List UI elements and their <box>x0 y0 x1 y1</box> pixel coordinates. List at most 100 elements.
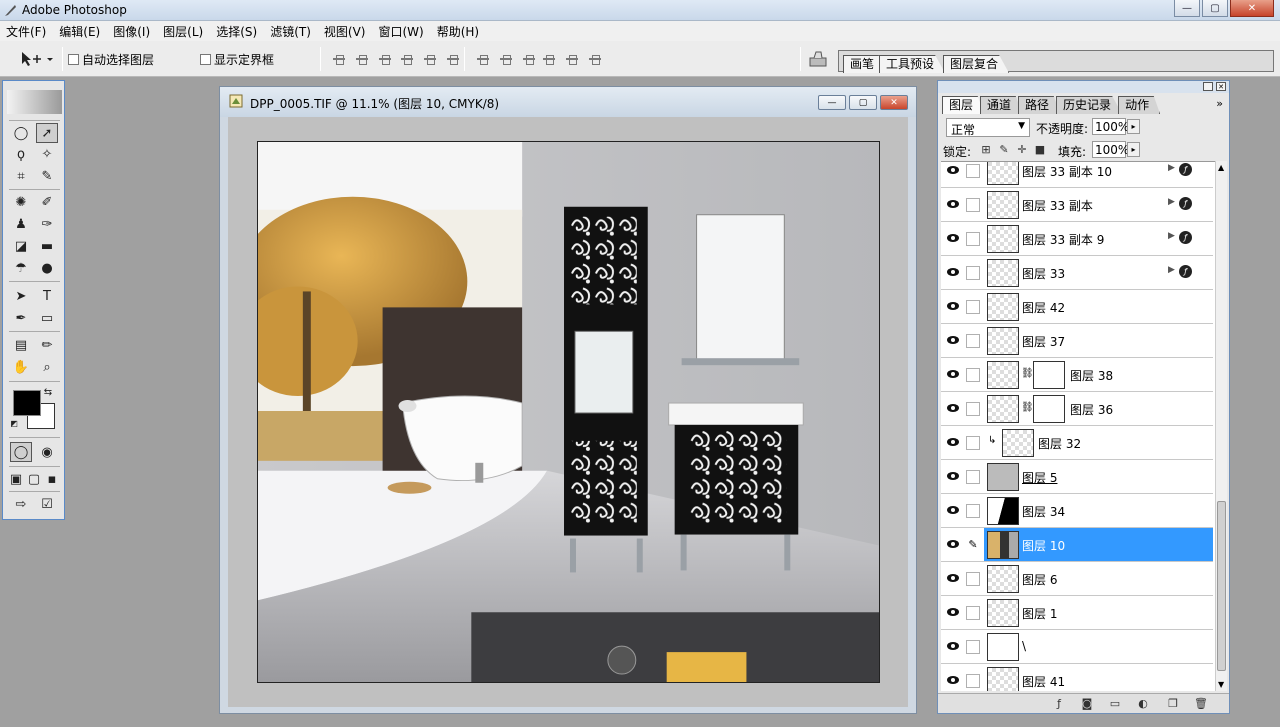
visibility-eye-icon[interactable] <box>947 200 959 208</box>
align-hcenter-icon[interactable] <box>423 53 437 65</box>
layer-link-toggle[interactable] <box>966 674 980 688</box>
well-tab-brushes[interactable]: 画笔 <box>843 55 886 73</box>
layer-row[interactable]: \ <box>941 630 1213 664</box>
layer-name[interactable]: 图层 33 副本 10 <box>1022 163 1112 180</box>
screen-mode-full-menu-icon[interactable]: ▢ <box>26 469 42 489</box>
layer-row[interactable]: 图层 33 ▶ ƒ <box>941 256 1213 290</box>
lock-image-icon[interactable]: ✎ <box>998 144 1010 156</box>
dodge-tool-icon[interactable]: ● <box>36 258 58 278</box>
auto-select-checkbox[interactable] <box>68 54 79 65</box>
layer-style-icon[interactable]: ƒ <box>1052 697 1066 711</box>
palette-menu-icon[interactable]: » <box>1216 97 1223 110</box>
visibility-eye-icon[interactable] <box>947 574 959 582</box>
standard-mode-icon[interactable]: ◯ <box>10 442 32 462</box>
layer-row[interactable]: 图层 33 副本 ▶ ƒ <box>941 188 1213 222</box>
distribute-hcenter-icon[interactable] <box>565 53 579 65</box>
align-vcenter-icon[interactable] <box>355 53 369 65</box>
visibility-eye-icon[interactable] <box>947 608 959 616</box>
layer-name[interactable]: 图层 36 <box>1070 401 1113 418</box>
menu-layer[interactable]: 图层(L) <box>163 23 203 40</box>
layer-mask-thumbnail[interactable] <box>1033 361 1065 389</box>
layer-link-toggle[interactable] <box>966 368 980 382</box>
fill-slider-arrow-icon[interactable]: ▸ <box>1127 142 1140 157</box>
file-browser-icon[interactable] <box>808 50 828 68</box>
visibility-eye-icon[interactable] <box>947 234 959 242</box>
layer-name[interactable]: 图层 10 <box>1022 537 1065 554</box>
layer-row[interactable]: 图层 42 <box>941 290 1213 324</box>
brush-active-layer-icon[interactable]: ✎ <box>966 538 980 552</box>
canvas-area[interactable] <box>228 117 908 707</box>
menu-filter[interactable]: 滤镜(T) <box>270 23 311 40</box>
layer-link-toggle[interactable] <box>966 504 980 518</box>
layer-row[interactable]: ↳ 图层 32 <box>941 426 1213 460</box>
quick-mask-mode-icon[interactable]: ◉ <box>36 442 58 462</box>
menu-window[interactable]: 窗口(W) <box>378 23 423 40</box>
layer-row[interactable]: 图层 6 <box>941 562 1213 596</box>
eyedropper-tool-icon[interactable]: ✏ <box>36 335 58 355</box>
layer-row[interactable]: ✎ 图层 10 <box>941 528 1213 562</box>
menu-select[interactable]: 选择(S) <box>216 23 257 40</box>
visibility-eye-icon[interactable] <box>947 642 959 650</box>
distribute-left-icon[interactable] <box>542 53 556 65</box>
layer-link-toggle[interactable] <box>966 232 980 246</box>
align-left-icon[interactable] <box>400 53 414 65</box>
notes-tool-icon[interactable]: ▤ <box>10 335 32 355</box>
visibility-eye-icon[interactable] <box>947 370 959 378</box>
expand-effects-icon[interactable]: ▶ <box>1168 231 1175 241</box>
layer-link-toggle[interactable] <box>966 606 980 620</box>
well-tab-layer-comps[interactable]: 图层复合 <box>943 55 1010 73</box>
healing-brush-tool-icon[interactable]: ✺ <box>10 192 32 212</box>
delete-layer-icon[interactable]: 🗑 <box>1194 697 1208 711</box>
layer-name[interactable]: 图层 33 <box>1022 265 1065 282</box>
screen-mode-standard-icon[interactable]: ▣ <box>8 469 24 489</box>
layer-link-toggle[interactable] <box>966 470 980 484</box>
layer-name[interactable]: 图层 1 <box>1022 605 1057 622</box>
history-brush-tool-icon[interactable]: ✑ <box>36 214 58 234</box>
layer-link-toggle[interactable] <box>966 572 980 586</box>
marquee-tool-icon[interactable]: ◯ <box>10 123 32 143</box>
palette-minimize-icon[interactable] <box>1203 82 1213 91</box>
menu-file[interactable]: 文件(F) <box>6 23 46 40</box>
canvas-image[interactable] <box>257 141 880 683</box>
layer-row[interactable]: 图层 34 <box>941 494 1213 528</box>
gradient-tool-icon[interactable]: ▬ <box>36 236 58 256</box>
adjustment-layer-icon[interactable]: ◐ <box>1136 697 1150 711</box>
layer-name[interactable]: 图层 33 副本 <box>1022 197 1093 214</box>
layer-effects-icon[interactable]: ƒ <box>1179 231 1192 244</box>
visibility-eye-icon[interactable] <box>947 404 959 412</box>
pen-tool-icon[interactable]: ✒ <box>10 308 32 328</box>
layer-list-scrollbar[interactable]: ▲ ▼ <box>1215 161 1227 691</box>
layer-row[interactable]: ⛓ 图层 38 <box>941 358 1213 392</box>
visibility-eye-icon[interactable] <box>947 506 959 514</box>
palette-title-bar[interactable]: ✕ <box>938 81 1229 93</box>
palette-close-icon[interactable]: ✕ <box>1216 82 1226 91</box>
tab-paths[interactable]: 路径 <box>1018 96 1061 114</box>
tab-channels[interactable]: 通道 <box>980 96 1023 114</box>
tab-layers[interactable]: 图层 <box>942 96 985 114</box>
visibility-eye-icon[interactable] <box>947 302 959 310</box>
menu-edit[interactable]: 编辑(E) <box>59 23 100 40</box>
expand-effects-icon[interactable]: ▶ <box>1168 197 1175 207</box>
menu-help[interactable]: 帮助(H) <box>437 23 479 40</box>
layer-name[interactable]: 图层 6 <box>1022 571 1057 588</box>
layer-name[interactable]: 图层 42 <box>1022 299 1065 316</box>
new-group-icon[interactable]: ▭ <box>1108 697 1122 711</box>
new-layer-icon[interactable]: ❐ <box>1166 697 1180 711</box>
layer-row[interactable]: 图层 33 副本 9 ▶ ƒ <box>941 222 1213 256</box>
default-colors-icon[interactable]: ◩ <box>9 418 19 428</box>
mask-link-icon[interactable]: ⛓ <box>1021 402 1034 413</box>
lock-all-icon[interactable]: ■ <box>1034 144 1046 156</box>
layer-mask-thumbnail[interactable] <box>1033 395 1065 423</box>
expand-effects-icon[interactable]: ▶ <box>1168 163 1175 173</box>
layer-name[interactable]: \ <box>1022 639 1026 653</box>
layer-row[interactable]: 图层 33 副本 10 ▶ ƒ <box>941 162 1213 188</box>
visibility-eye-icon[interactable] <box>947 166 959 174</box>
layer-row[interactable]: ⛓ 图层 36 <box>941 392 1213 426</box>
well-tab-tool-presets[interactable]: 工具预设 <box>879 55 946 73</box>
path-selection-tool-icon[interactable]: ➤ <box>10 286 32 306</box>
zoom-tool-icon[interactable]: ⌕ <box>36 357 58 377</box>
crop-tool-icon[interactable]: ⌗ <box>10 166 32 186</box>
hand-tool-icon[interactable]: ✋ <box>10 357 32 377</box>
document-maximize-button[interactable]: ▢ <box>849 95 877 110</box>
layer-effects-icon[interactable]: ƒ <box>1179 265 1192 278</box>
